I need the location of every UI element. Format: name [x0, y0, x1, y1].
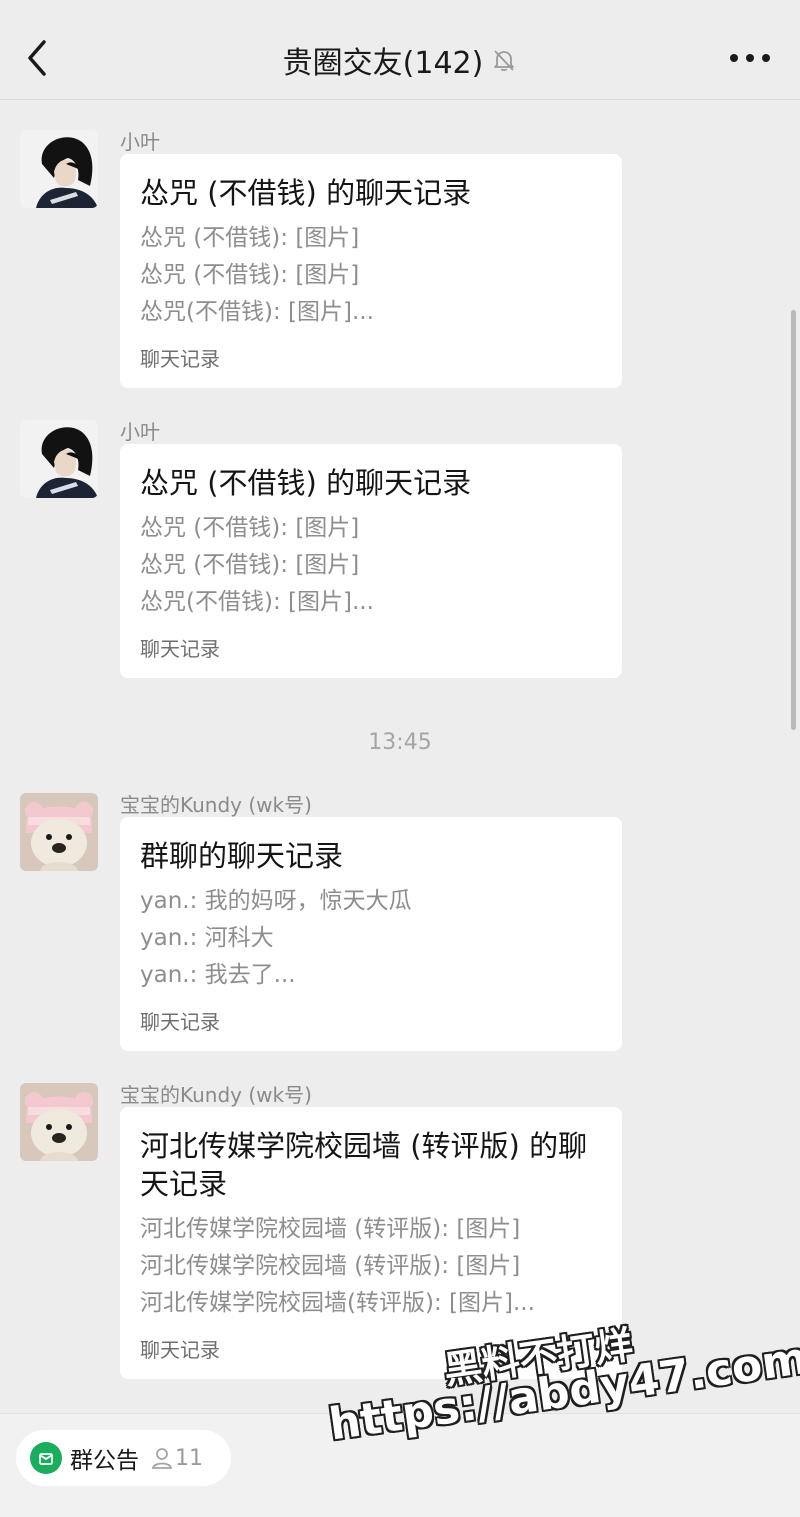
card-line: yan.: 河科大: [140, 925, 274, 951]
card-line: 怂咒(不借钱): [图片]...: [140, 299, 374, 325]
chat-record-card[interactable]: 群聊的聊天记录 yan.: 我的妈呀，惊天大瓜 yan.: 河科大 yan.: …: [120, 817, 622, 1051]
chat-title-area[interactable]: 贵圈交友(142): [0, 38, 800, 82]
card-line: 怂咒 (不借钱): [图片]: [140, 515, 360, 541]
card-line: 怂咒 (不借钱): [图片]: [140, 262, 360, 288]
anime-boy-avatar-icon: [20, 130, 98, 208]
card-line: 怂咒 (不借钱): [图片]: [140, 552, 360, 578]
chat-record-card[interactable]: 怂咒 (不借钱) 的聊天记录 怂咒 (不借钱): [图片] 怂咒 (不借钱): …: [120, 154, 622, 388]
avatar[interactable]: [20, 420, 98, 498]
sender-name: 宝宝的Kundy (wk号): [120, 1083, 312, 1107]
card-line: 河北传媒学院校园墙(转评版): [图片]...: [140, 1290, 535, 1316]
person-icon: [151, 1448, 173, 1469]
more-options-button[interactable]: [730, 46, 770, 70]
card-footer: 聊天记录: [140, 347, 220, 371]
chat-title: 贵圈交友(142): [282, 46, 484, 81]
member-count: 11: [175, 1445, 203, 1471]
card-line: yan.: 我去了...: [140, 962, 296, 988]
sender-name: 小叶: [120, 420, 160, 444]
card-title: 群聊的聊天记录: [140, 839, 344, 873]
message-item: 小叶 怂咒 (不借钱) 的聊天记录 怂咒 (不借钱): [图片] 怂咒 (不借钱…: [20, 130, 640, 390]
message-timestamp: 13:45: [368, 730, 432, 755]
card-line: yan.: 我的妈呀，惊天大瓜: [140, 888, 412, 914]
sender-name: 小叶: [120, 130, 160, 154]
card-line: 河北传媒学院校园墙 (转评版): [图片]: [140, 1253, 521, 1279]
anime-boy-avatar-icon: [20, 420, 98, 498]
avatar[interactable]: [20, 793, 98, 871]
card-title: 河北传媒学院校园墙 (转评版) 的聊天记录: [140, 1129, 588, 1201]
more-dots-icon: [730, 54, 738, 62]
card-line: 怂咒 (不借钱): [图片]: [140, 225, 360, 251]
card-footer: 聊天记录: [140, 637, 220, 661]
bell-off-icon: [494, 50, 515, 72]
chat-header: 贵圈交友(142): [0, 0, 800, 100]
card-line: 怂咒(不借钱): [图片]...: [140, 589, 374, 615]
chat-record-card[interactable]: 怂咒 (不借钱) 的聊天记录 怂咒 (不借钱): [图片] 怂咒 (不借钱): …: [120, 444, 622, 678]
card-line: 河北传媒学院校园墙 (转评版): [图片]: [140, 1216, 521, 1242]
avatar[interactable]: [20, 1083, 98, 1161]
announcement-icon: [30, 1442, 62, 1474]
group-notice-label: 群公告: [70, 1448, 139, 1474]
group-notice-button[interactable]: 群公告 11: [16, 1430, 231, 1486]
card-footer: 聊天记录: [140, 1010, 220, 1034]
teddy-bear-avatar-icon: [20, 1083, 98, 1161]
message-item: 宝宝的Kundy (wk号) 群聊的聊天记录 yan.: 我的妈呀，惊天大瓜 y…: [20, 793, 640, 1053]
card-title: 怂咒 (不借钱) 的聊天记录: [140, 176, 472, 210]
teddy-bear-avatar-icon: [20, 793, 98, 871]
avatar[interactable]: [20, 130, 98, 208]
sender-name: 宝宝的Kundy (wk号): [120, 793, 312, 817]
card-title: 怂咒 (不借钱) 的聊天记录: [140, 466, 472, 500]
message-item: 小叶 怂咒 (不借钱) 的聊天记录 怂咒 (不借钱): [图片] 怂咒 (不借钱…: [20, 420, 640, 680]
scrollbar[interactable]: [791, 310, 796, 730]
